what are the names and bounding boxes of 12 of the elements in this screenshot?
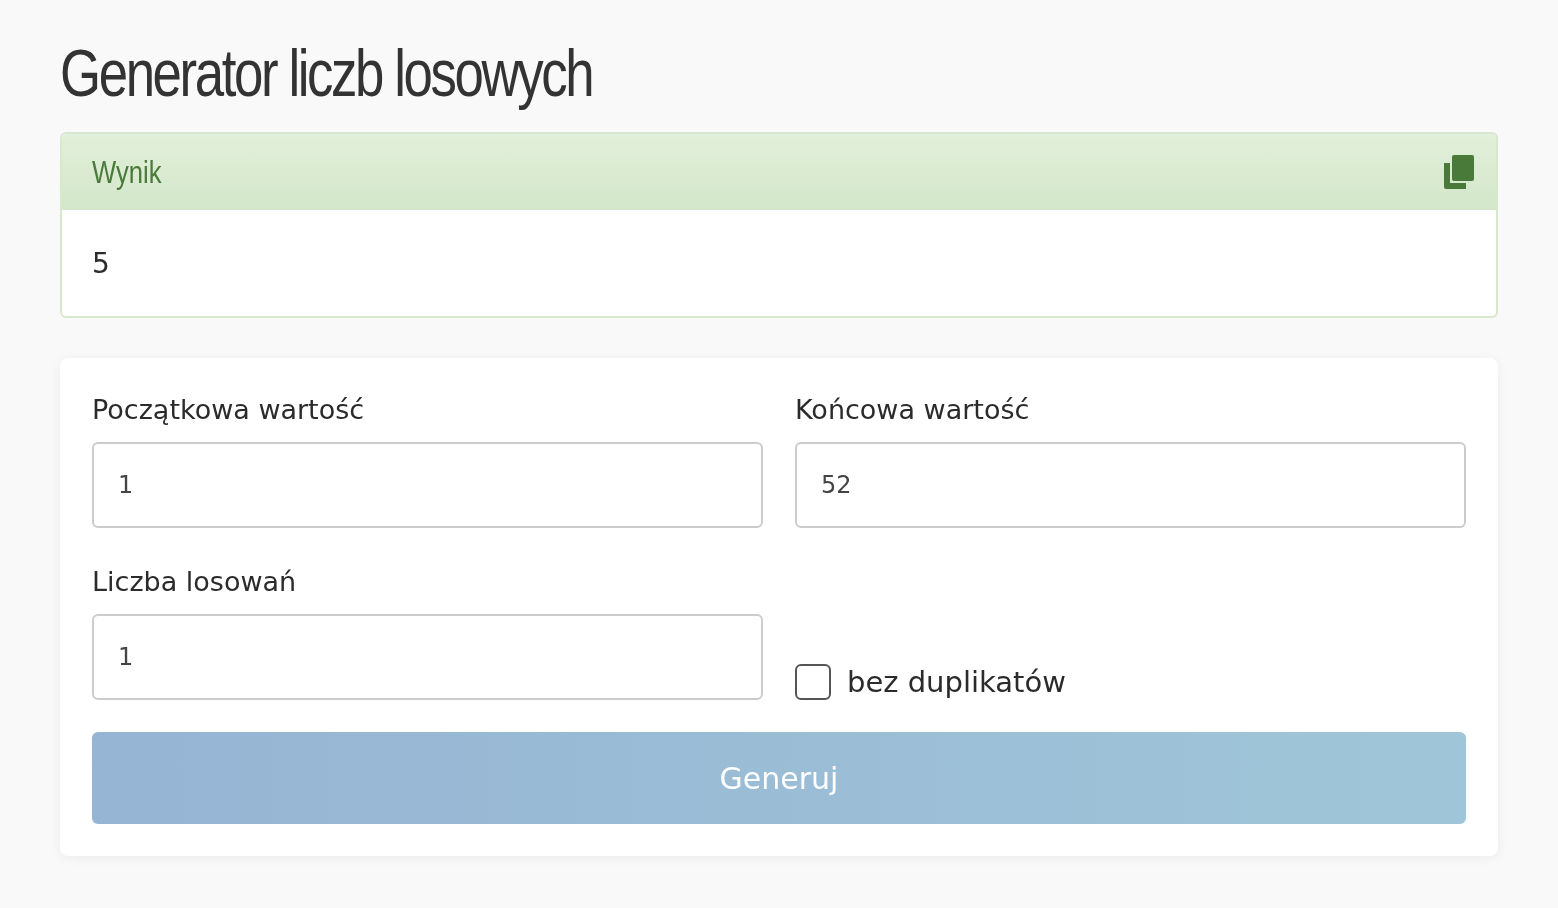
page-title: Generator liczb losowych [60,35,594,112]
result-heading: Wynik [92,153,162,191]
field-label: Liczba losowań [92,565,298,599]
field-label: Końcowa wartość [795,393,1031,427]
input-field[interactable]: 52 [795,442,1466,528]
field-label: Początkowa wartość [92,393,366,427]
checkbox[interactable] [795,664,831,700]
result-value: 5 [92,246,110,280]
input-field[interactable]: 1 [92,614,763,700]
input-field[interactable]: 1 [92,442,763,528]
checkbox-label[interactable]: bez duplikatów [847,665,1066,699]
copy-icon[interactable] [1444,155,1474,189]
